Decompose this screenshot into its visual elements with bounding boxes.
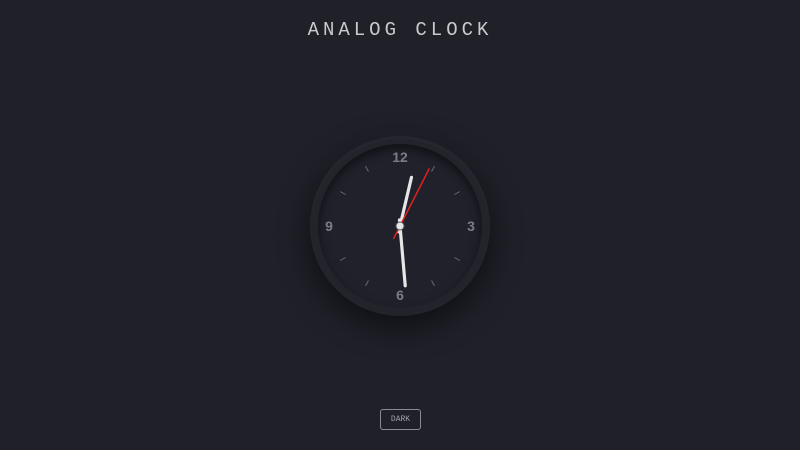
tick-four	[454, 257, 461, 261]
tick-one	[431, 165, 435, 172]
tick-eleven	[365, 165, 369, 172]
analog-clock: 12 3 6 9	[310, 136, 490, 316]
tick-two	[454, 191, 461, 195]
page-title: ANALOG CLOCK	[307, 19, 493, 41]
theme-toggle-button[interactable]: DARK	[380, 409, 421, 430]
tick-five	[431, 280, 435, 287]
tick-seven	[365, 280, 369, 287]
numeral-6: 6	[396, 287, 404, 303]
tick-ten	[339, 191, 346, 195]
tick-eight	[339, 257, 346, 261]
clock-dial: 12 3 6 9	[325, 149, 475, 303]
numeral-3: 3	[467, 218, 475, 234]
center-cap	[395, 221, 405, 231]
numeral-9: 9	[325, 218, 333, 234]
numeral-12: 12	[392, 149, 408, 165]
